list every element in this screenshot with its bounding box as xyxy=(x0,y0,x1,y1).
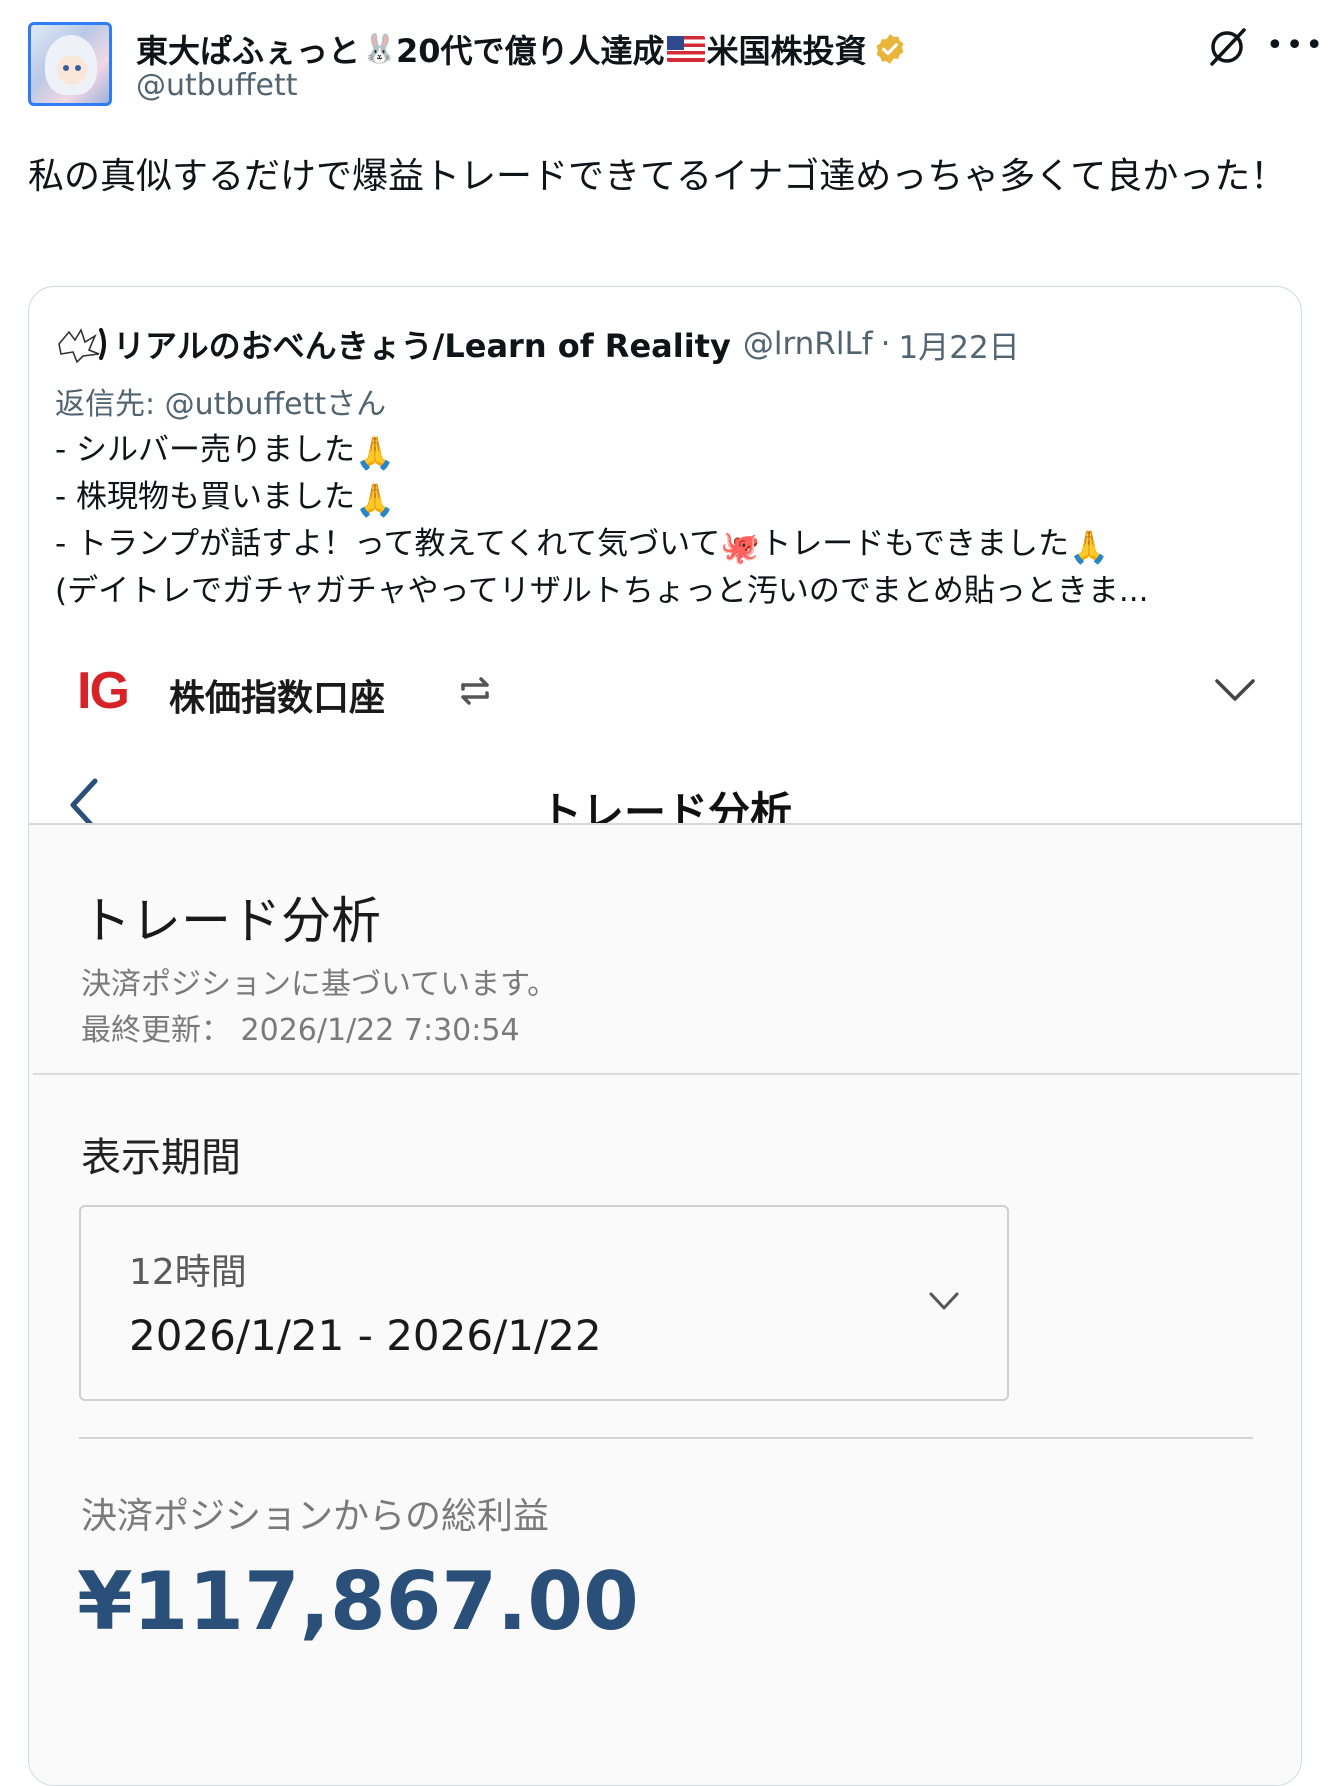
pray-emoji-icon: 🙏 xyxy=(355,434,395,472)
author-handle[interactable]: @utbuffett xyxy=(136,68,297,103)
avatar-eye xyxy=(63,65,69,71)
display-name-part1: 東大ぱふぇっと xyxy=(136,32,361,70)
line-text: - シルバー売りました xyxy=(55,432,356,468)
line-text: (デイトレでガチャガチャやってリザルトちょっと汚いのでまとめ貼っときま... xyxy=(55,573,1149,609)
quoted-tweet-card[interactable]: リアルのおべんきょう/Learn of Reality @lrnRlLf · 1… xyxy=(28,286,1302,1786)
us-flag-icon xyxy=(666,36,705,62)
avatar-face xyxy=(57,55,87,85)
author-display-name[interactable]: 東大ぱふぇっと 🐰 20代で億り人達成 米国株投資 xyxy=(136,26,907,72)
profit-label: 決済ポジションからの総利益 xyxy=(81,1496,550,1537)
meta-separator: · xyxy=(880,326,891,362)
ig-logo: IG xyxy=(77,662,130,720)
profit-value: ¥117,867.00 xyxy=(77,1555,639,1648)
quoted-author-handle[interactable]: @lrnRlLf xyxy=(743,326,873,362)
account-bar: IG 株価指数口座 xyxy=(77,661,1257,721)
period-select: 12時間 2026/1/21 - 2026/1/22 xyxy=(79,1205,1009,1401)
line-text: - トランプが話すよ！って教えてくれて気づいて xyxy=(55,526,721,562)
period-range: 12時間 xyxy=(129,1252,247,1293)
account-label: 株価指数口座 xyxy=(169,678,386,719)
author-avatar[interactable] xyxy=(28,22,112,106)
tweet-header: 東大ぱふぇっと 🐰 20代で億り人達成 米国株投資 @utbuffett ••• xyxy=(28,22,1323,112)
period-label: 表示期間 xyxy=(81,1135,241,1181)
rabbit-emoji-icon: 🐰 xyxy=(362,32,397,65)
trade-analysis-panel: トレード分析 決済ポジションに基づいています。 最終更新： 2026/1/22 … xyxy=(29,825,1301,1785)
quoted-line: - トランプが話すよ！って教えてくれて気づいて🐙トレードもできました🙏 xyxy=(55,521,1285,568)
quoted-author-name[interactable]: リアルのおべんきょう/Learn of Reality xyxy=(113,321,731,367)
swap-account-icon xyxy=(461,677,489,705)
quoted-header: リアルのおべんきょう/Learn of Reality @lrnRlLf · 1… xyxy=(55,321,1020,367)
quoted-line: - シルバー売りました🙏 xyxy=(55,427,1285,474)
octopus-emoji-icon: 🐙 xyxy=(720,528,761,566)
verified-badge-icon xyxy=(876,34,904,64)
line-text: トレードもできました xyxy=(760,526,1069,562)
divider xyxy=(79,1437,1253,1439)
quoted-line: - 株現物も買いました🙏 xyxy=(55,474,1285,521)
avatar-eye xyxy=(75,65,81,71)
quoted-author-avatar[interactable] xyxy=(55,324,109,364)
panel-title: トレード分析 xyxy=(81,892,381,950)
pray-emoji-icon: 🙏 xyxy=(1068,528,1109,566)
more-icon[interactable]: ••• xyxy=(1266,31,1325,61)
chevron-down-icon xyxy=(929,1292,959,1310)
quoted-date[interactable]: 1月22日 xyxy=(899,322,1020,367)
display-name-part3: 米国株投資 xyxy=(706,32,867,70)
grok-icon[interactable] xyxy=(1206,26,1248,68)
chevron-down-icon xyxy=(1215,679,1255,701)
divider xyxy=(33,1073,1299,1075)
reply-to-label: 返信先: @utbuffettさん xyxy=(55,387,387,422)
quoted-text: - シルバー売りました🙏 - 株現物も買いました🙏 - トランプが話すよ！って教… xyxy=(55,427,1285,615)
quoted-line: (デイトレでガチャガチャやってリザルトちょっと汚いのでまとめ貼っときま... xyxy=(55,568,1285,615)
tweet-text: 私の真似するだけで爆益トレードできてるイナゴ達めっちゃ多くて良かった！ xyxy=(28,156,1287,197)
display-name-part2: 20代で億り人達成 xyxy=(396,32,665,70)
period-dates: 2026/1/21 - 2026/1/22 xyxy=(129,1311,602,1360)
line-text: - 株現物も買いました xyxy=(55,479,356,515)
panel-subtitle: 決済ポジションに基づいています。 xyxy=(81,967,558,1002)
pray-emoji-icon: 🙏 xyxy=(355,481,395,519)
last-updated: 最終更新： 2026/1/22 7:30:54 xyxy=(81,1013,520,1048)
